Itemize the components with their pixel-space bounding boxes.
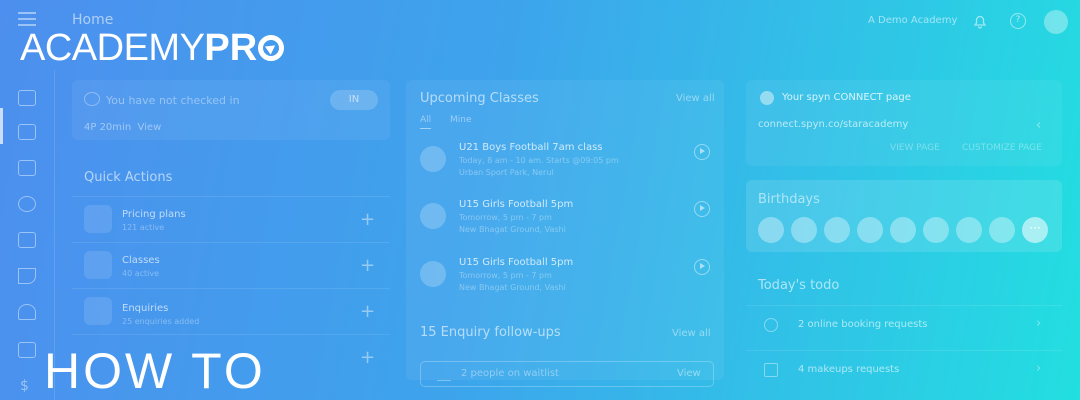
avatar[interactable] (890, 217, 916, 243)
howto-heading: HOW TO (44, 343, 266, 399)
class-name: U15 Girls Football 5pm (459, 257, 574, 268)
avatar[interactable] (1044, 10, 1068, 34)
class-time: Tomorrow, 5 pm - 7 pm (459, 271, 552, 280)
checkin-view-link[interactable]: View (138, 122, 162, 133)
checkin-card: You have not checked in IN 4P 20min View (72, 80, 390, 140)
class-name: U21 Boys Football 7am class (459, 142, 603, 153)
avatar[interactable] (758, 217, 784, 243)
dollar-icon[interactable]: $ (20, 378, 29, 394)
checkin-button[interactable]: IN (330, 90, 378, 110)
tab-mine[interactable]: Mine (450, 115, 472, 125)
chevron-right-icon: › (1036, 316, 1042, 331)
connect-title: Your spyn CONNECT page (782, 92, 911, 103)
todo-item[interactable]: 4 makeups requests › (746, 350, 1062, 391)
avatar[interactable] (824, 217, 850, 243)
dashboard-icon[interactable] (18, 90, 36, 106)
play-icon[interactable] (694, 144, 710, 160)
quick-action-label: Classes (122, 255, 160, 266)
classes-icon[interactable] (18, 196, 36, 212)
todo-item[interactable]: 2 online booking requests › (746, 305, 1062, 346)
phone-icon[interactable] (18, 268, 36, 284)
checkin-status: You have not checked in (106, 94, 240, 107)
avatar[interactable] (989, 217, 1015, 243)
avatar[interactable] (923, 217, 949, 243)
avatar[interactable] (956, 217, 982, 243)
class-item[interactable]: U15 Girls Football 5pm Tomorrow, 5 pm - … (420, 257, 720, 307)
class-time: Today, 8 am - 10 am. Starts @09:05 pm (459, 156, 619, 165)
quick-action-label: Enquiries (122, 303, 169, 314)
waitlist-text: 2 people on waitlist (461, 368, 559, 379)
chevron-right-icon: › (1036, 361, 1042, 376)
birthdays-card: Birthdays ··· (746, 180, 1062, 252)
classes-icon (84, 251, 112, 279)
booking-icon (764, 318, 778, 332)
banner: Home A Demo Academy ? $ You have not che… (0, 0, 1080, 400)
customize-page-button[interactable]: CUSTOMIZE PAGE (962, 143, 1042, 153)
class-location: Urban Sport Park, Nerul (459, 168, 554, 177)
class-location: New Bhagat Ground, Vashi (459, 225, 566, 234)
quick-action-sub: 25 enquiries added (122, 317, 200, 326)
connect-card: Your spyn CONNECT page connect.spyn.co/s… (746, 80, 1062, 166)
class-location: New Bhagat Ground, Vashi (459, 283, 566, 292)
checkin-duration: 4P 20min View (84, 122, 162, 133)
waitlist-view-link[interactable]: View (677, 368, 701, 379)
quick-actions-title: Quick Actions (84, 170, 173, 185)
plus-icon[interactable]: + (360, 347, 375, 368)
view-page-button[interactable]: VIEW PAGE (890, 143, 940, 153)
quick-action-sub: 40 active (122, 269, 160, 278)
help-icon[interactable]: ? (1010, 13, 1026, 29)
phone-icon (84, 297, 112, 325)
waitlist-icon (437, 368, 451, 381)
plus-icon[interactable]: + (360, 255, 375, 276)
calendar-icon[interactable] (18, 232, 36, 248)
logo-text-academy: ACADEMY (20, 27, 205, 69)
academy-switcher[interactable]: A Demo Academy (868, 15, 957, 26)
enquiry-view-all[interactable]: View all (672, 328, 711, 339)
connect-icon (760, 91, 774, 105)
person-icon (84, 92, 100, 106)
tab-all[interactable]: All (420, 115, 432, 129)
birthdays-title: Birthdays (758, 192, 820, 207)
todo-label: 4 makeups requests (798, 364, 900, 375)
upcoming-classes-title: Upcoming Classes (420, 91, 539, 106)
class-name: U15 Girls Football 5pm (459, 199, 574, 210)
quick-action-classes[interactable]: Classes 40 active + (72, 242, 390, 287)
class-time: Tomorrow, 5 pm - 7 pm (459, 213, 552, 222)
quick-action-enquiries[interactable]: Enquiries 25 enquiries added + (72, 288, 390, 333)
menu-icon[interactable] (18, 12, 36, 26)
play-icon[interactable] (694, 259, 710, 275)
plus-icon[interactable]: + (360, 301, 375, 322)
logo-text-pro: PR (204, 27, 258, 69)
share-icon[interactable]: ‹ (1036, 118, 1041, 133)
more-birthdays-button[interactable]: ··· (1022, 217, 1048, 243)
logo-o-icon (258, 35, 285, 61)
class-item[interactable]: U21 Boys Football 7am class Today, 8 am … (420, 142, 720, 192)
upcoming-view-all[interactable]: View all (676, 93, 715, 104)
connect-url[interactable]: connect.spyn.co/staracademy (758, 119, 908, 130)
class-thumbnail (420, 203, 446, 229)
enquiry-followups-title: 15 Enquiry follow-ups (420, 325, 561, 340)
class-thumbnail (420, 261, 446, 287)
academypro-logo: ACADEMY PR (20, 26, 285, 70)
pricing-icon[interactable] (18, 160, 36, 176)
checklist-icon[interactable] (18, 342, 36, 358)
play-icon[interactable] (694, 201, 710, 217)
plus-icon[interactable]: + (360, 209, 375, 230)
quick-action-pricing[interactable]: Pricing plans 121 active + (72, 196, 390, 241)
avatar[interactable] (791, 217, 817, 243)
quick-action-label: Pricing plans (122, 209, 186, 220)
class-thumbnail (420, 146, 446, 172)
calendar-icon (764, 363, 778, 377)
class-item[interactable]: U15 Girls Football 5pm Tomorrow, 5 pm - … (420, 199, 720, 249)
quick-action-sub: 121 active (122, 223, 165, 232)
sidebar-active-indicator (0, 108, 3, 144)
pricing-icon (84, 205, 112, 233)
waitlist-row[interactable]: 2 people on waitlist View (420, 361, 714, 387)
id-card-icon[interactable] (18, 124, 36, 140)
todo-title: Today's todo (758, 278, 840, 293)
avatar[interactable] (857, 217, 883, 243)
bell-icon[interactable] (972, 13, 988, 29)
people-icon[interactable] (18, 304, 36, 320)
todo-label: 2 online booking requests (798, 319, 928, 330)
